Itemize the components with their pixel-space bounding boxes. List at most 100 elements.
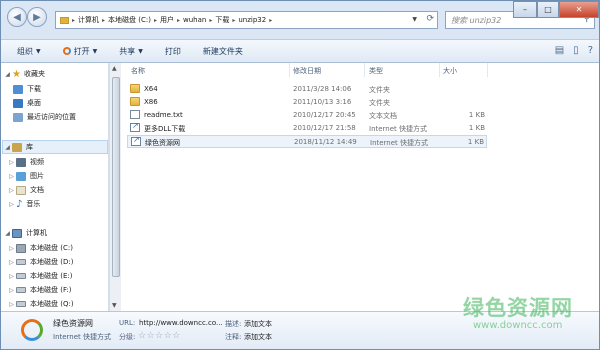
expand-arrow-icon[interactable]: ▷ <box>7 173 16 180</box>
file-type: Internet 快捷方式 <box>370 139 429 147</box>
minimize-button[interactable]: – <box>513 1 537 18</box>
share-button[interactable]: 共享 ▼ <box>119 46 143 57</box>
close-button[interactable]: ✕ <box>559 1 599 18</box>
expand-arrow-icon[interactable]: ▷ <box>7 187 16 194</box>
chevron-down-icon: ▼ <box>92 47 98 55</box>
explorer-window: ◀ ▶ ▸ 计算机 ▸ 本地磁盘 (C:) ▸ 用户 ▸ wuhan ▸ 下载 … <box>0 0 600 350</box>
file-row[interactable]: X64 2011/3/28 14:06 文件夹 <box>127 83 487 96</box>
drive-icon <box>16 287 26 293</box>
file-type: 文本文档 <box>369 112 397 120</box>
expand-arrow-icon[interactable]: ▷ <box>7 287 16 294</box>
address-dropdown-icon[interactable]: ▼ <box>412 16 417 23</box>
file-row-selected[interactable]: 绿色资源网 2018/11/12 14:49 Internet 快捷方式 1 K… <box>127 135 487 148</box>
sidebar-item-recent[interactable]: 最近访问的位置 <box>13 110 76 124</box>
breadcrumb-wuhan[interactable]: wuhan <box>183 16 206 24</box>
chevron-right-icon: ▸ <box>72 16 76 24</box>
file-date: 2010/12/17 21:58 <box>293 124 356 132</box>
file-row[interactable]: X86 2011/10/13 3:16 文件夹 <box>127 96 487 109</box>
file-row[interactable]: readme.txt 2010/12/17 20:45 文本文档 1 KB <box>127 109 487 122</box>
system-drive-icon <box>16 243 26 253</box>
sidebar-item-drive-d[interactable]: ▷ 本地磁盘 (D:) <box>7 255 73 269</box>
breadcrumb-computer[interactable]: 计算机 <box>78 15 99 25</box>
sidebar-item-desktop[interactable]: 桌面 <box>13 96 41 110</box>
computer-icon <box>12 228 22 238</box>
column-type[interactable]: 类型 <box>369 66 383 76</box>
sidebar-item-documents[interactable]: ▷ 文档 <box>7 183 44 197</box>
music-icon: ♪ <box>16 198 23 210</box>
documents-icon <box>16 185 26 195</box>
internet-shortcut-icon <box>19 317 45 343</box>
open-button[interactable]: 打开 ▼ <box>62 46 98 57</box>
scroll-up-icon[interactable]: ▲ <box>112 65 117 72</box>
recent-places-icon <box>13 112 23 122</box>
file-name: 绿色资源网 <box>145 139 180 147</box>
forward-button[interactable]: ▶ <box>27 7 47 27</box>
pictures-icon <box>16 171 26 181</box>
expand-arrow-icon[interactable]: ◢ <box>3 71 12 78</box>
description-value[interactable]: 添加文本 <box>244 319 272 329</box>
sidebar-item-favorites[interactable]: ◢ ★ 收藏夹 <box>3 67 45 81</box>
navigation-bar: ◀ ▶ ▸ 计算机 ▸ 本地磁盘 (C:) ▸ 用户 ▸ wuhan ▸ 下载 … <box>1 1 599 39</box>
column-header: 名称 修改日期 类型 大小 <box>121 63 599 77</box>
sidebar-scrollbar[interactable]: ▲ ▼ <box>109 63 121 311</box>
expand-arrow-icon[interactable]: ▷ <box>7 259 16 266</box>
preview-pane-icon[interactable]: ▯ <box>573 45 579 56</box>
folder-icon <box>130 97 140 106</box>
internet-shortcut-icon <box>130 121 140 132</box>
comment-value[interactable]: 添加文本 <box>244 332 272 342</box>
comment-label: 注释: <box>225 333 242 341</box>
maximize-button[interactable]: □ <box>537 1 559 18</box>
scrollbar-thumb[interactable] <box>112 77 120 277</box>
sidebar-item-drive-q[interactable]: ▷ 本地磁盘 (Q:) <box>7 297 73 311</box>
navigation-pane: ◢ ★ 收藏夹 下载 桌面 最近访问的位置 ◢ 库 ▷ 视频 ▷ 图片 ▷ 文档… <box>1 63 109 311</box>
sidebar-item-computer[interactable]: ◢ 计算机 <box>3 226 47 240</box>
expand-arrow-icon[interactable]: ◢ <box>3 230 12 237</box>
breadcrumb-users[interactable]: 用户 <box>160 15 174 25</box>
internet-shortcut-icon <box>131 135 141 146</box>
back-button[interactable]: ◀ <box>7 7 27 27</box>
expand-arrow-icon[interactable]: ◢ <box>3 144 12 151</box>
sidebar-item-downloads[interactable]: 下载 <box>13 82 41 96</box>
organize-button[interactable]: 组织 ▼ <box>17 46 41 57</box>
file-row[interactable]: 更多DLL下载 2010/12/17 21:58 Internet 快捷方式 1… <box>127 121 487 135</box>
refresh-icon[interactable]: ⟳ <box>426 14 434 24</box>
description-label: 描述: <box>225 320 242 328</box>
scroll-down-icon[interactable]: ▼ <box>112 302 117 309</box>
column-name[interactable]: 名称 <box>131 66 145 76</box>
help-icon[interactable]: ? <box>588 45 593 56</box>
details-file-kind: Internet 快捷方式 <box>53 333 112 341</box>
url-value[interactable]: http://www.downcc.co... <box>139 319 223 327</box>
window-controls: – □ ✕ <box>513 1 599 18</box>
expand-arrow-icon[interactable]: ▷ <box>7 245 16 252</box>
video-icon <box>16 157 26 167</box>
sidebar-item-libraries[interactable]: ◢ 库 <box>2 140 108 154</box>
file-date: 2011/3/28 14:06 <box>293 85 352 93</box>
sidebar-item-videos[interactable]: ▷ 视频 <box>7 155 44 169</box>
breadcrumb-drive-c[interactable]: 本地磁盘 (C:) <box>108 15 151 25</box>
expand-arrow-icon[interactable]: ▷ <box>7 301 16 308</box>
breadcrumb-downloads[interactable]: 下载 <box>215 15 229 25</box>
file-type: 文件夹 <box>369 99 390 107</box>
view-options-icon[interactable]: ▤ <box>555 45 564 56</box>
new-folder-button[interactable]: 新建文件夹 <box>203 46 243 57</box>
expand-arrow-icon[interactable]: ▷ <box>7 201 16 208</box>
sidebar-item-music[interactable]: ▷ ♪ 音乐 <box>7 197 40 211</box>
expand-arrow-icon[interactable]: ▷ <box>7 159 16 166</box>
file-name: 更多DLL下载 <box>144 125 186 133</box>
rating-stars[interactable]: ☆☆☆☆☆ <box>138 331 181 341</box>
star-icon: ★ <box>12 68 21 80</box>
address-bar[interactable]: ▸ 计算机 ▸ 本地磁盘 (C:) ▸ 用户 ▸ wuhan ▸ 下载 ▸ un… <box>55 11 438 29</box>
sidebar-item-drive-c[interactable]: ▷ 本地磁盘 (C:) <box>7 241 73 255</box>
sidebar-item-drive-f[interactable]: ▷ 本地磁盘 (F:) <box>7 283 71 297</box>
watermark-title: 绿色资源网 <box>463 296 573 320</box>
column-date[interactable]: 修改日期 <box>293 66 321 76</box>
expand-arrow-icon[interactable]: ▷ <box>7 273 16 280</box>
chevron-down-icon: ▼ <box>138 47 143 55</box>
breadcrumb-unzip32[interactable]: unzip32 <box>238 16 266 24</box>
sidebar-item-drive-e[interactable]: ▷ 本地磁盘 (E:) <box>7 269 72 283</box>
sidebar-item-pictures[interactable]: ▷ 图片 <box>7 169 44 183</box>
print-button[interactable]: 打印 <box>165 46 181 57</box>
view-controls: ▤ ▯ ? <box>555 45 593 56</box>
file-type: Internet 快捷方式 <box>369 125 428 133</box>
column-size[interactable]: 大小 <box>443 66 457 76</box>
